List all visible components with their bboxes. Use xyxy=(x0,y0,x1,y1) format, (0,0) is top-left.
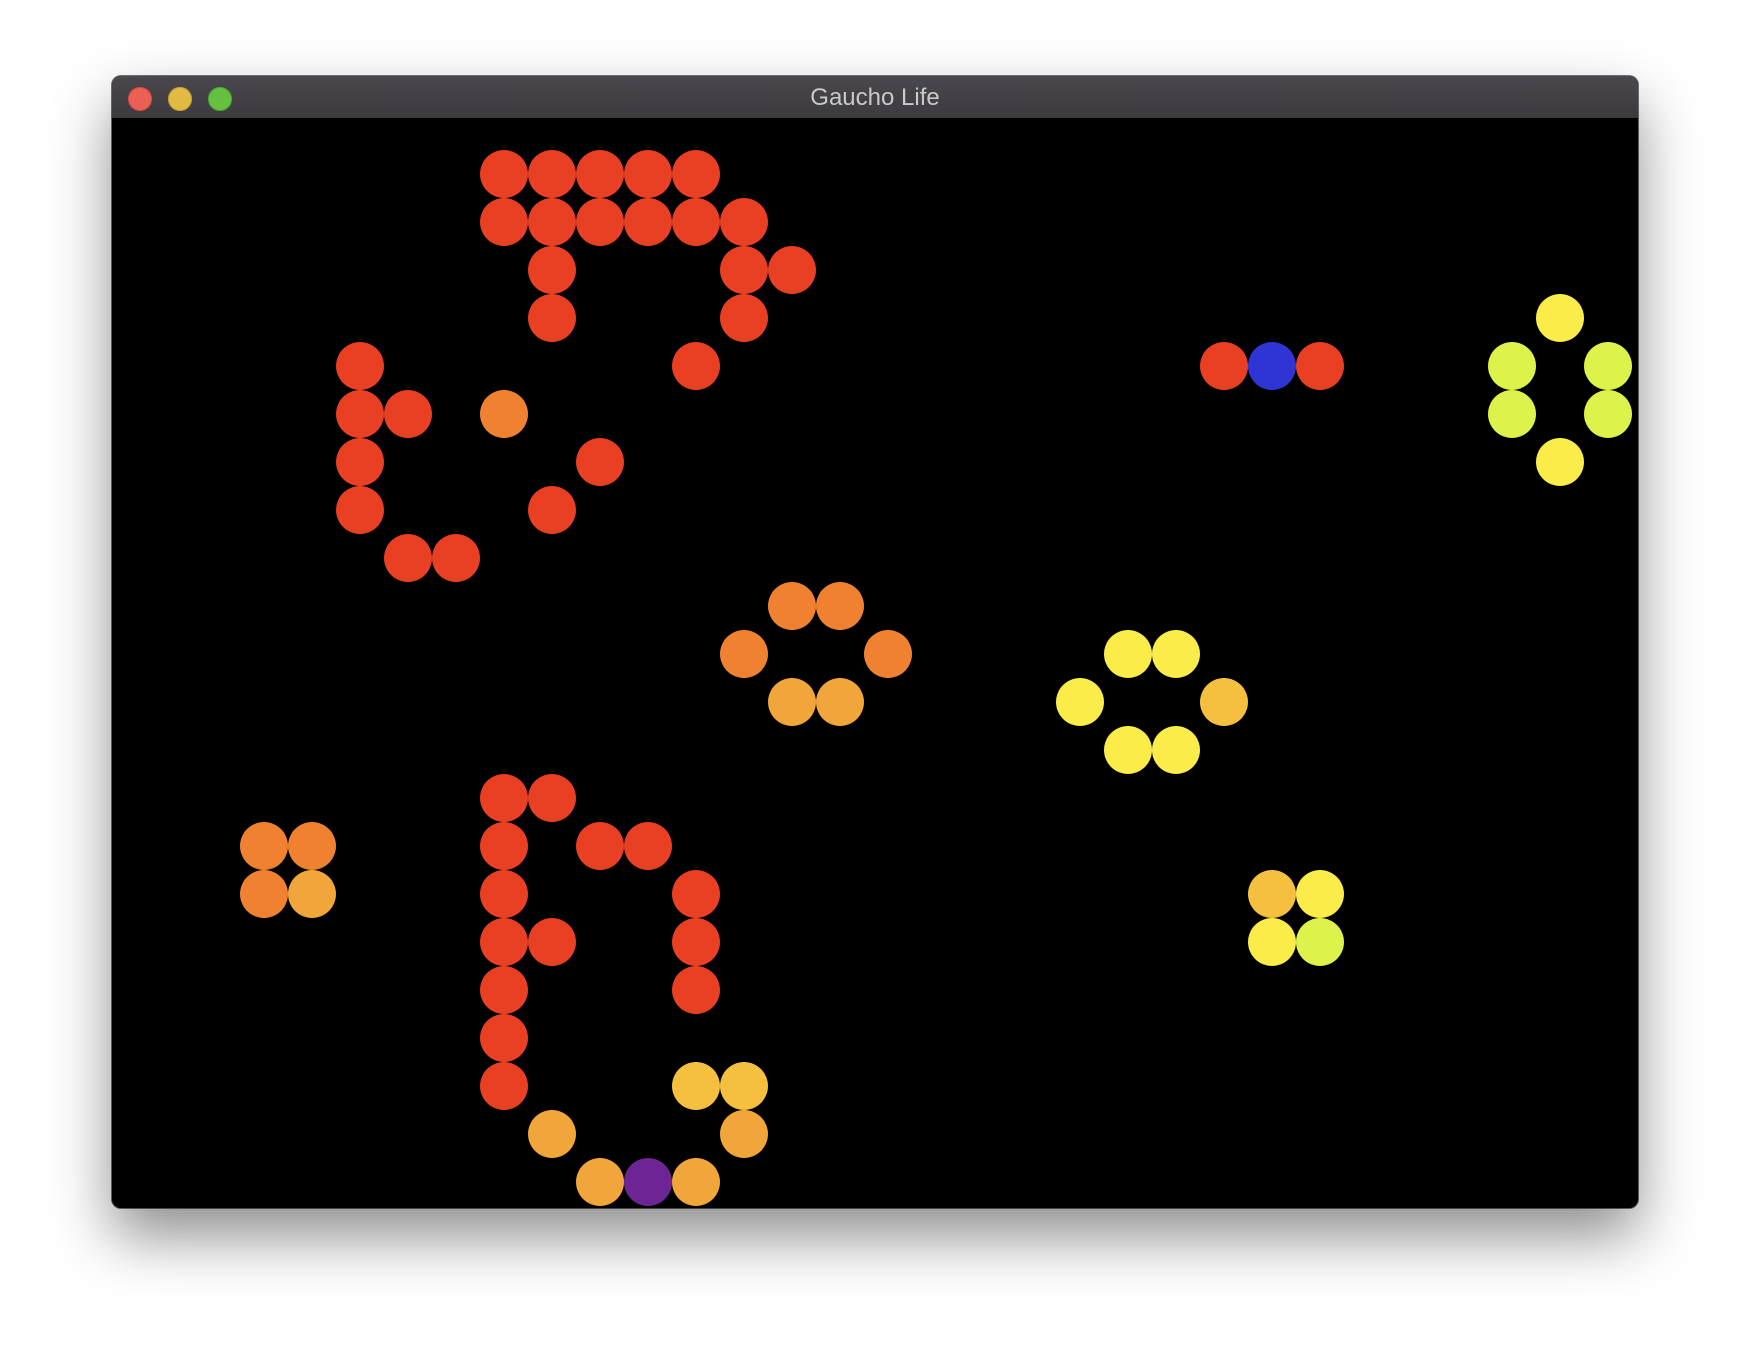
live-cell[interactable] xyxy=(672,198,720,246)
live-cell[interactable] xyxy=(480,774,528,822)
live-cell[interactable] xyxy=(624,198,672,246)
live-cell[interactable] xyxy=(1152,726,1200,774)
live-cell[interactable] xyxy=(336,486,384,534)
live-cell[interactable] xyxy=(576,198,624,246)
live-cell[interactable] xyxy=(336,390,384,438)
live-cell[interactable] xyxy=(480,822,528,870)
live-cell[interactable] xyxy=(432,534,480,582)
live-cell[interactable] xyxy=(1248,342,1296,390)
live-cell[interactable] xyxy=(480,198,528,246)
live-cell[interactable] xyxy=(576,438,624,486)
live-cell[interactable] xyxy=(720,198,768,246)
live-cell[interactable] xyxy=(768,246,816,294)
live-cell[interactable] xyxy=(480,918,528,966)
live-cell[interactable] xyxy=(528,150,576,198)
live-cell[interactable] xyxy=(768,582,816,630)
live-cell[interactable] xyxy=(240,822,288,870)
live-cell[interactable] xyxy=(480,390,528,438)
window-title: Gaucho Life xyxy=(810,84,940,111)
live-cell[interactable] xyxy=(384,390,432,438)
live-cell[interactable] xyxy=(1248,870,1296,918)
live-cell[interactable] xyxy=(720,294,768,342)
live-cell[interactable] xyxy=(240,870,288,918)
live-cell[interactable] xyxy=(576,822,624,870)
live-cell[interactable] xyxy=(720,630,768,678)
title-bar[interactable]: Gaucho Life xyxy=(112,76,1638,119)
live-cell[interactable] xyxy=(816,678,864,726)
live-cell[interactable] xyxy=(384,534,432,582)
live-cell[interactable] xyxy=(624,1158,672,1206)
live-cell[interactable] xyxy=(624,150,672,198)
live-cell[interactable] xyxy=(1248,918,1296,966)
live-cell[interactable] xyxy=(336,342,384,390)
live-cell[interactable] xyxy=(528,774,576,822)
live-cell[interactable] xyxy=(1200,678,1248,726)
live-cell[interactable] xyxy=(672,966,720,1014)
live-cell[interactable] xyxy=(1104,630,1152,678)
live-cell[interactable] xyxy=(480,870,528,918)
life-board[interactable] xyxy=(112,118,1638,1208)
live-cell[interactable] xyxy=(672,150,720,198)
live-cell[interactable] xyxy=(576,150,624,198)
live-cell[interactable] xyxy=(528,486,576,534)
live-cell[interactable] xyxy=(1488,390,1536,438)
live-cell[interactable] xyxy=(528,918,576,966)
live-cell[interactable] xyxy=(720,246,768,294)
live-cell[interactable] xyxy=(288,822,336,870)
live-cell[interactable] xyxy=(1296,870,1344,918)
live-cell[interactable] xyxy=(672,918,720,966)
live-cell[interactable] xyxy=(672,1062,720,1110)
live-cell[interactable] xyxy=(480,150,528,198)
live-cell[interactable] xyxy=(336,438,384,486)
live-cell[interactable] xyxy=(672,342,720,390)
live-cell[interactable] xyxy=(1296,342,1344,390)
live-cell[interactable] xyxy=(1536,438,1584,486)
app-window: Gaucho Life xyxy=(112,76,1638,1208)
live-cell[interactable] xyxy=(576,1158,624,1206)
live-cell[interactable] xyxy=(1536,294,1584,342)
live-cell[interactable] xyxy=(288,870,336,918)
live-cell[interactable] xyxy=(1488,342,1536,390)
live-cell[interactable] xyxy=(480,1062,528,1110)
live-cell[interactable] xyxy=(528,198,576,246)
live-cell[interactable] xyxy=(1152,630,1200,678)
live-cell[interactable] xyxy=(720,1062,768,1110)
live-cell[interactable] xyxy=(1584,342,1632,390)
live-cell[interactable] xyxy=(1056,678,1104,726)
live-cell[interactable] xyxy=(528,1110,576,1158)
live-cell[interactable] xyxy=(1296,918,1344,966)
live-cell[interactable] xyxy=(480,966,528,1014)
live-cell[interactable] xyxy=(1584,390,1632,438)
live-cell[interactable] xyxy=(480,1014,528,1062)
live-cell[interactable] xyxy=(720,1110,768,1158)
live-cell[interactable] xyxy=(816,582,864,630)
live-cell[interactable] xyxy=(768,678,816,726)
live-cell[interactable] xyxy=(1200,342,1248,390)
live-cell[interactable] xyxy=(672,1158,720,1206)
live-cell[interactable] xyxy=(624,822,672,870)
live-cell[interactable] xyxy=(1104,726,1152,774)
live-cell[interactable] xyxy=(672,870,720,918)
live-cell[interactable] xyxy=(864,630,912,678)
live-cell[interactable] xyxy=(528,294,576,342)
live-cell[interactable] xyxy=(528,246,576,294)
